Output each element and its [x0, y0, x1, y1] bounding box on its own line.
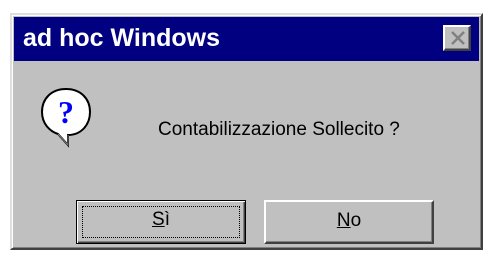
- yes-button[interactable]: Sì: [76, 200, 246, 244]
- close-button[interactable]: [443, 25, 471, 51]
- window-title: ad hoc Windows: [23, 24, 220, 52]
- message-dialog: ad hoc Windows ? Contabilizzazione Solle…: [10, 13, 483, 250]
- yes-button-label: Sì: [152, 209, 170, 230]
- question-icon: ?: [40, 87, 92, 148]
- message-text: Contabilizzazione Sollecito ?: [158, 119, 400, 140]
- svg-text:?: ?: [58, 94, 74, 130]
- no-button[interactable]: No: [264, 200, 434, 244]
- no-button-label: No: [336, 210, 362, 231]
- title-bar[interactable]: ad hoc Windows: [14, 17, 479, 61]
- close-icon: [451, 31, 465, 45]
